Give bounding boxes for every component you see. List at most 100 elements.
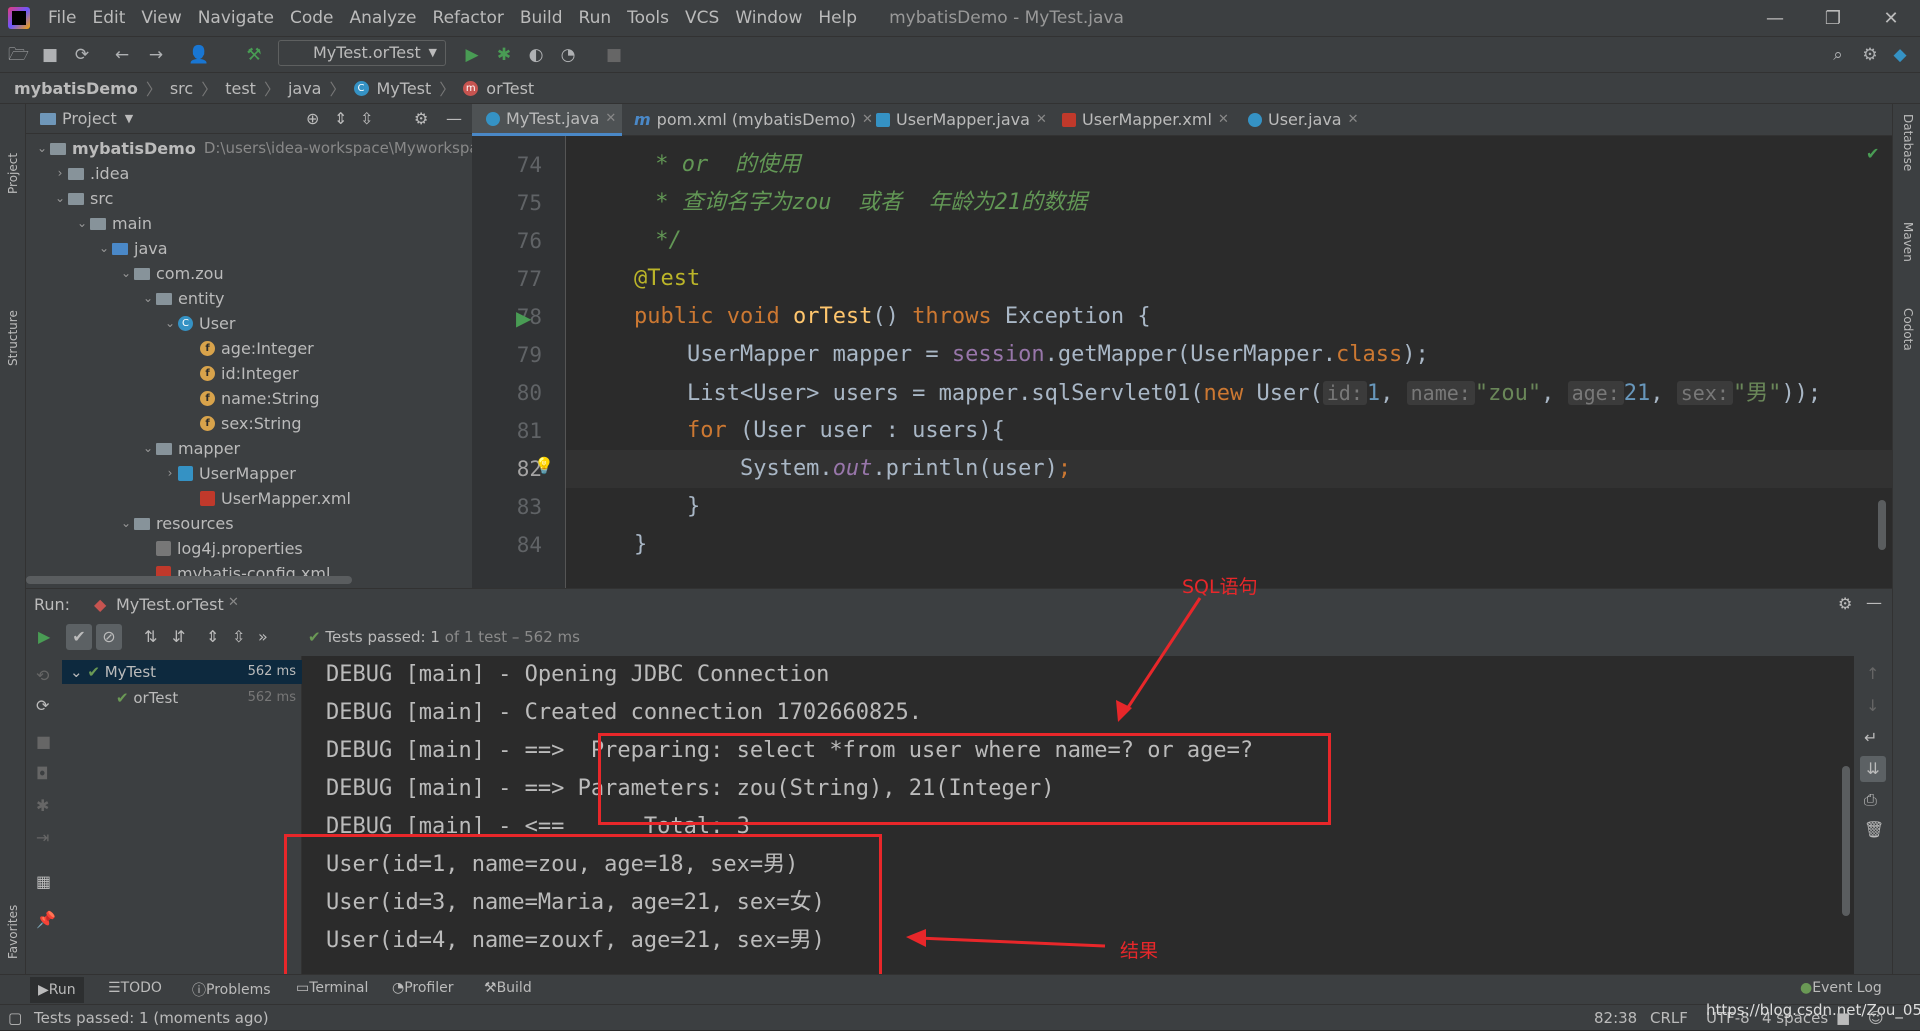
gear-icon[interactable]: ⚙ <box>414 109 428 128</box>
tab-usermapper-java[interactable]: UserMapper.java ✕ <box>876 104 1047 136</box>
menu-build[interactable]: Build <box>512 8 571 28</box>
close-icon[interactable]: ✕ <box>862 104 873 136</box>
tab-build[interactable]: ⚒ Build <box>484 980 532 996</box>
toolbox-icon[interactable]: ◆ <box>1890 45 1910 65</box>
menu-view[interactable]: View <box>133 8 189 28</box>
show-passed-icon[interactable]: ✔ <box>66 624 92 650</box>
menu-refactor[interactable]: Refactor <box>425 8 512 28</box>
print-icon[interactable]: ⎙ <box>1864 790 1877 810</box>
menu-tools[interactable]: Tools <box>619 8 677 28</box>
gear-icon[interactable]: ⚙ <box>1838 594 1852 613</box>
tree-item-main[interactable]: ⌄ main <box>74 211 152 236</box>
tree-item-field[interactable]: f sex:String <box>200 411 302 436</box>
build-hammer-icon[interactable]: ⚒ <box>244 45 264 65</box>
inspection-ok-icon[interactable]: ✔ <box>1866 144 1879 163</box>
soft-wrap-icon[interactable]: ↵ <box>1864 728 1877 747</box>
breadcrumb-src[interactable]: src <box>170 79 193 98</box>
project-panel-title[interactable]: Project <box>62 109 117 128</box>
test-row-method[interactable]: ✔ orTest 562 ms <box>62 686 302 710</box>
minimize-icon[interactable]: — <box>1746 0 1804 36</box>
tree-item-user-class[interactable]: ⌄ C User <box>162 311 236 336</box>
tree-item-usermapper-xml[interactable]: UserMapper.xml <box>200 486 351 511</box>
tab-profiler[interactable]: ◔ Profiler <box>392 980 454 996</box>
run-tab[interactable]: MyTest.orTest <box>116 595 224 614</box>
breadcrumb-java[interactable]: java <box>288 79 322 98</box>
tree-item-usermapper[interactable]: › UserMapper <box>162 461 296 486</box>
run-test-gutter-icon[interactable]: ▶ <box>516 306 531 330</box>
expand-all-icon[interactable]: ⇕ <box>334 109 347 128</box>
coverage-icon[interactable]: ◐ <box>526 45 546 65</box>
close-icon[interactable]: ✕ <box>1348 104 1359 136</box>
tree-item-field[interactable]: f id:Integer <box>200 361 299 386</box>
down-arrow-icon[interactable]: ↓ <box>1866 696 1879 715</box>
more-icon[interactable]: » <box>258 627 268 646</box>
close-icon[interactable]: ✕ <box>1862 0 1920 36</box>
locate-icon[interactable]: ⊕ <box>306 109 319 128</box>
line-separator[interactable]: CRLF <box>1650 1005 1688 1031</box>
expand-all-icon[interactable]: ⇕ <box>206 627 219 646</box>
tree-item-entity[interactable]: ⌄ entity <box>140 286 224 311</box>
collapse-all-icon[interactable]: ⇳ <box>232 627 245 646</box>
hide-icon[interactable]: — <box>1866 593 1882 612</box>
tree-item-log4j[interactable]: log4j.properties <box>156 536 303 561</box>
favorites-tool-tab[interactable]: Favorites <box>6 905 20 959</box>
toggle-autotest-icon[interactable]: ⟳ <box>36 696 49 715</box>
tab-pom-xml[interactable]: m pom.xml (mybatisDemo) ✕ <box>634 104 873 136</box>
run-configuration-select[interactable]: MyTest.orTest ▼ <box>278 40 446 66</box>
database-tool-tab[interactable]: Database <box>1901 114 1915 171</box>
pin-icon[interactable]: 📌 <box>36 910 56 929</box>
search-icon[interactable]: ⌕ <box>1828 45 1848 65</box>
tree-item-package[interactable]: ⌄ com.zou <box>118 261 224 286</box>
breadcrumb-test[interactable]: test <box>225 79 256 98</box>
tab-mytest-java[interactable]: MyTest.java ✕ <box>472 104 622 136</box>
debug-icon[interactable]: ✱ <box>494 45 514 65</box>
layout-icon[interactable]: ▦ <box>36 872 51 891</box>
exit-icon[interactable]: ⇥ <box>36 828 49 847</box>
structure-tool-tab[interactable]: Structure <box>6 310 20 366</box>
breadcrumb-project[interactable]: mybatisDemo <box>14 79 138 98</box>
intention-bulb-icon[interactable]: 💡 <box>534 456 554 475</box>
horizontal-scrollbar[interactable] <box>26 576 352 584</box>
stop-icon[interactable]: ■ <box>36 732 51 751</box>
tree-item-root[interactable]: ⌄ mybatisDemo D:\users\idea-workspace\Mywo… <box>34 136 496 161</box>
menu-window[interactable]: Window <box>727 8 810 28</box>
close-icon[interactable]: ✕ <box>228 595 239 610</box>
menu-edit[interactable]: Edit <box>84 8 133 28</box>
back-icon[interactable]: ← <box>112 45 132 65</box>
scroll-to-end-icon[interactable]: ⇊ <box>1860 756 1886 782</box>
close-icon[interactable]: ✕ <box>1036 104 1047 136</box>
project-tool-tab[interactable]: Project <box>6 153 20 194</box>
rerun-failed-icon[interactable]: ⟲ <box>36 666 49 685</box>
show-ignored-icon[interactable]: ⊘ <box>96 624 122 650</box>
sort-alpha-icon[interactable]: ⇅ <box>144 627 157 646</box>
menu-navigate[interactable]: Navigate <box>190 8 282 28</box>
restore-icon[interactable]: ❐ <box>1804 0 1862 36</box>
menu-analyze[interactable]: Analyze <box>342 8 425 28</box>
camera-icon[interactable]: ◘ <box>36 764 49 783</box>
test-row-class[interactable]: ⌄ ✔ MyTest 562 ms <box>62 660 302 684</box>
vcs-user-icon[interactable]: 👤 <box>188 45 209 65</box>
menu-run[interactable]: Run <box>571 8 620 28</box>
forward-icon[interactable]: → <box>146 45 166 65</box>
tab-user-java[interactable]: User.java ✕ <box>1248 104 1359 136</box>
breadcrumb-method[interactable]: orTest <box>486 79 534 98</box>
sort-duration-icon[interactable]: ⇵ <box>172 627 185 646</box>
tree-item-field[interactable]: f age:Integer <box>200 336 314 361</box>
settings-gear-icon[interactable]: ⚙ <box>1860 45 1880 65</box>
tree-item-mapper[interactable]: ⌄ mapper <box>140 436 240 461</box>
sync-icon[interactable]: ⟳ <box>72 45 92 65</box>
breadcrumb-class[interactable]: MyTest <box>377 79 432 98</box>
tree-item-idea[interactable]: › .idea <box>52 161 130 186</box>
console-scrollbar[interactable] <box>1842 766 1850 916</box>
tree-item-resources[interactable]: ⌄ resources <box>118 511 234 536</box>
menu-help[interactable]: Help <box>810 8 865 28</box>
caret-position[interactable]: 82:38 <box>1594 1005 1637 1031</box>
run-icon[interactable]: ▶ <box>462 45 482 65</box>
lock-icon[interactable]: ■ <box>1836 1005 1850 1031</box>
code-editor[interactable]: * or 的使用 * 查询名字为zou 或者 年龄为21的数据 */ @Test… <box>566 136 1892 588</box>
tree-item-java[interactable]: ⌄ java <box>96 236 168 261</box>
tab-problems[interactable]: ⓘ Problems <box>192 980 271 1000</box>
tree-item-field[interactable]: f name:String <box>200 386 320 411</box>
tab-run[interactable]: ▶ Run <box>30 977 84 1003</box>
vertical-scrollbar[interactable] <box>1878 500 1886 550</box>
